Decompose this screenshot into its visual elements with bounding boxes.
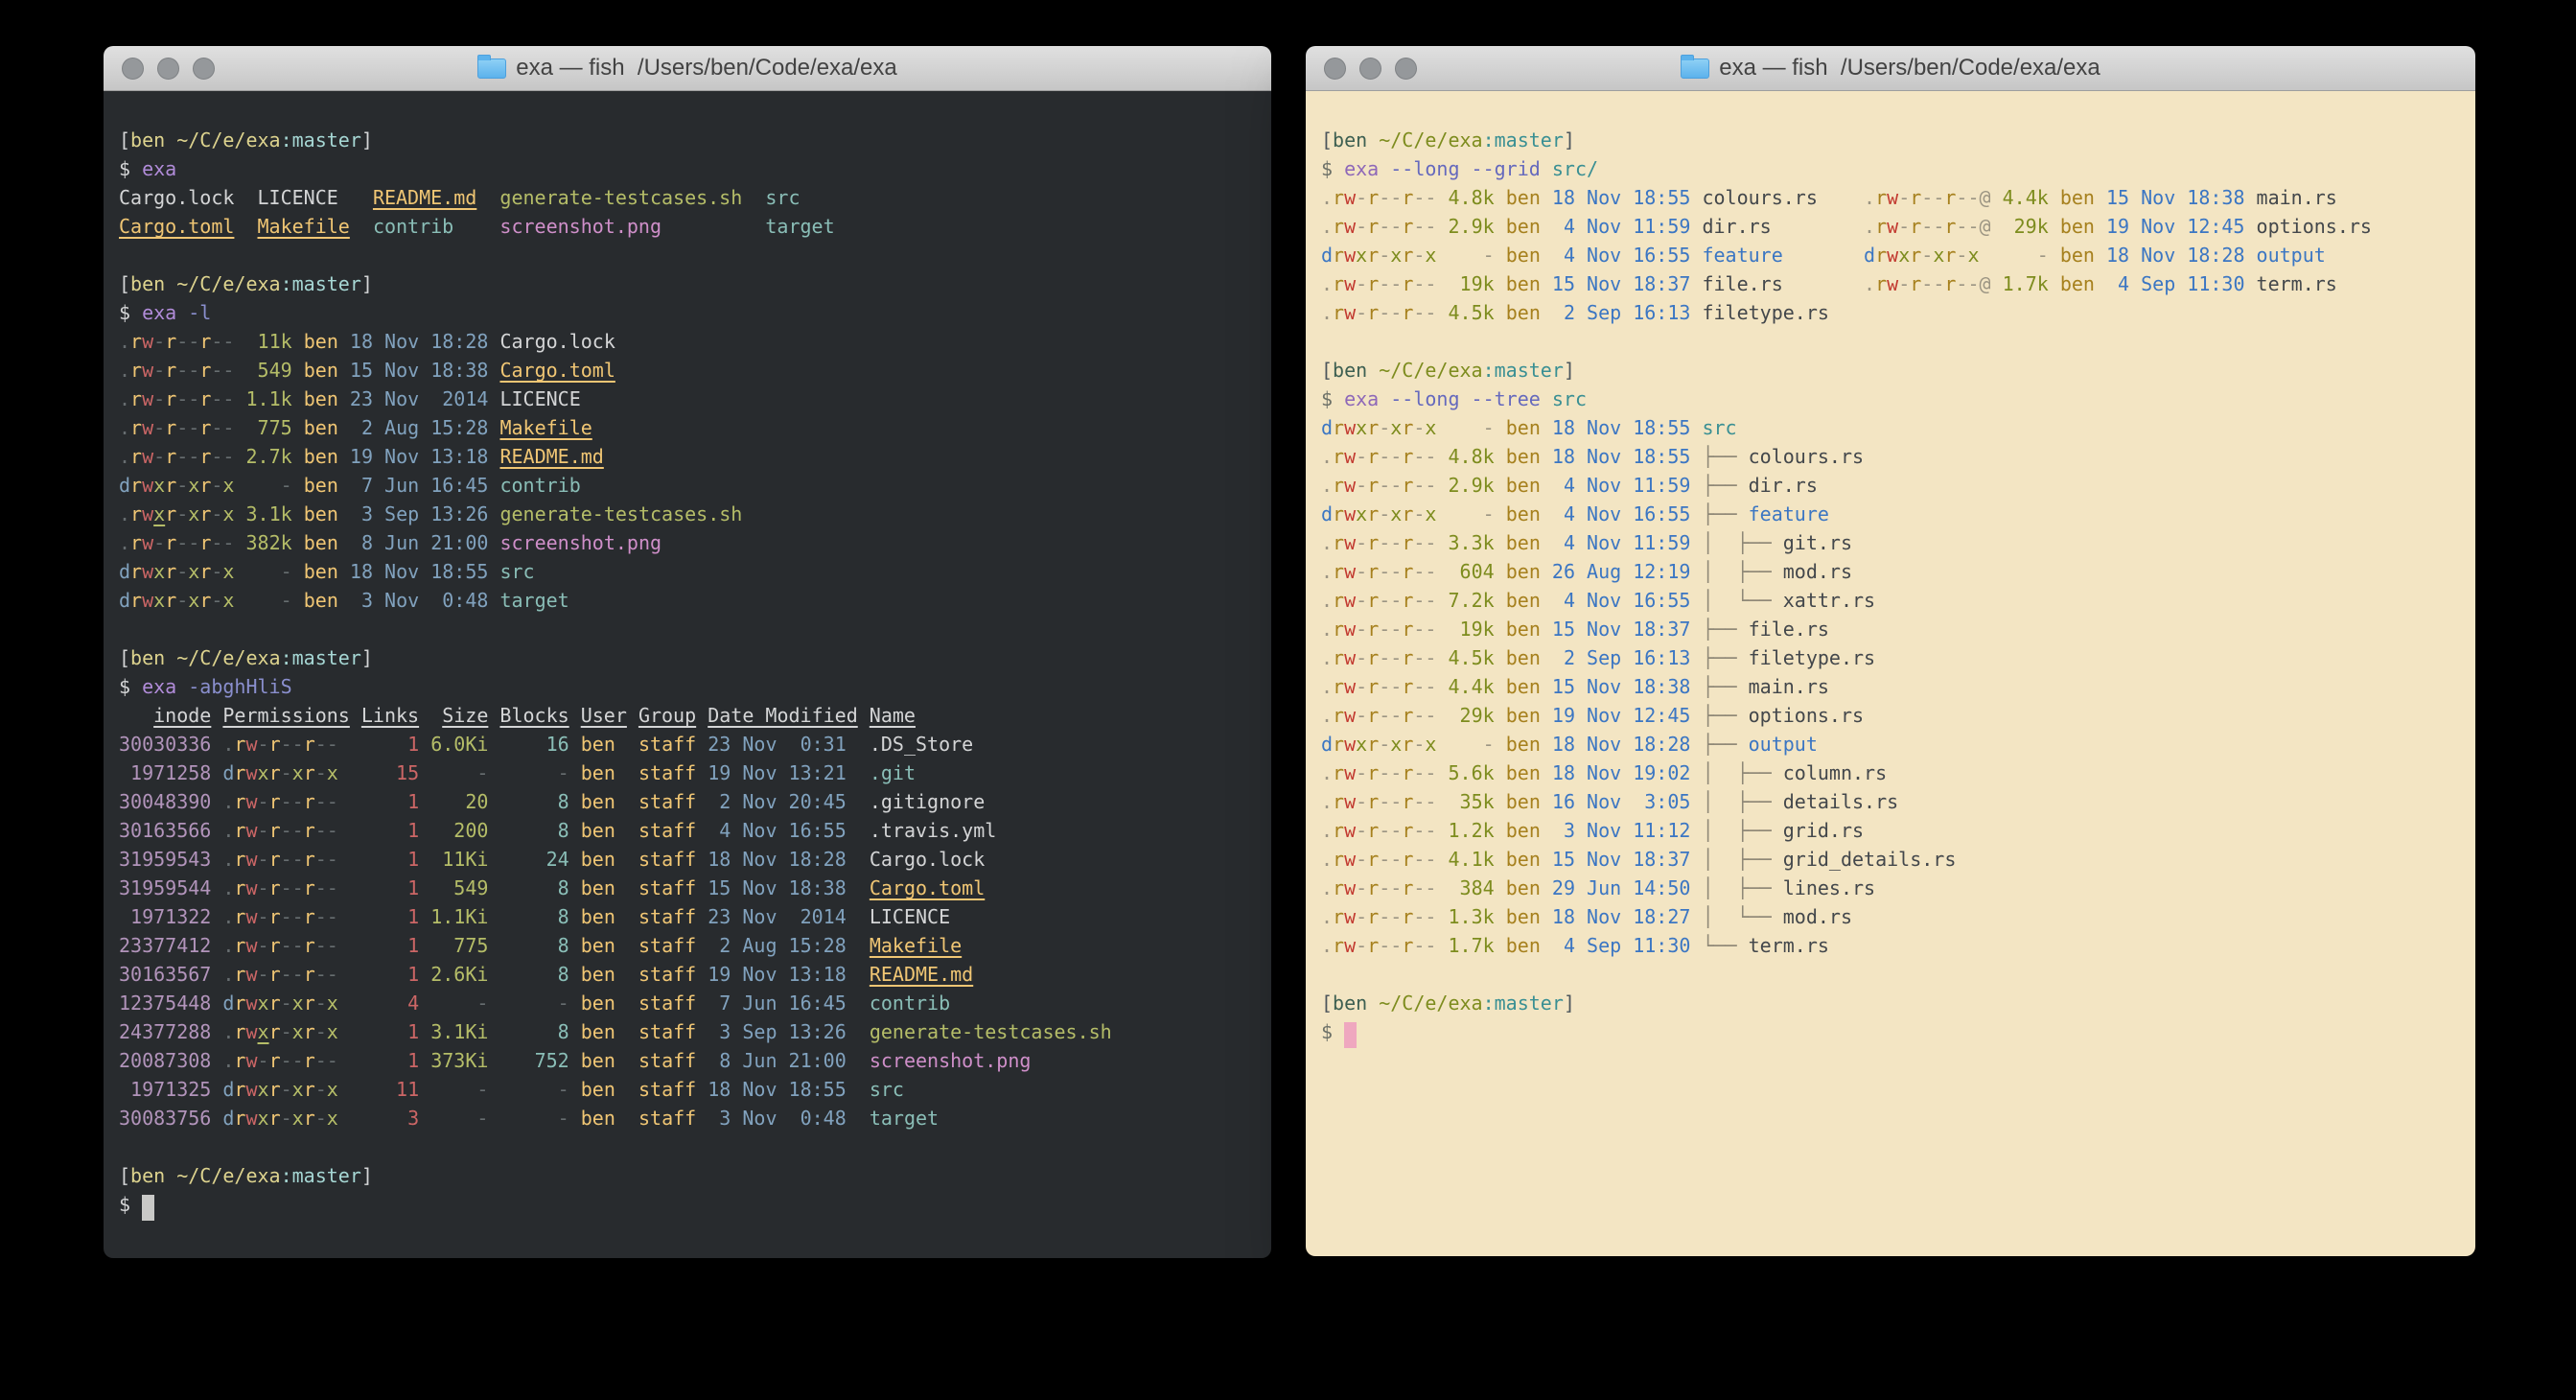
terminal-line: .rw-r--r-- 35k ben 16 Nov 3:05 │ ├── det… <box>1321 787 2462 816</box>
titlebar-content: exa — fish /Users/ben/Code/exa/exa <box>1306 55 2475 82</box>
terminal-line: $ exa --long --tree src <box>1321 385 2462 413</box>
terminal-line: [ben ~/C/e/exa:master] <box>1321 989 2462 1017</box>
terminal-line: $ exa <box>119 154 1258 183</box>
terminal-line: drwxr-xr-x - ben 4 Nov 16:55 ├── feature <box>1321 500 2462 528</box>
terminal-line: drwxr-xr-x - ben 7 Jun 16:45 contrib <box>119 471 1258 500</box>
terminal-line: .rw-r--r-- 2.9k ben 4 Nov 11:59 ├── dir.… <box>1321 471 2462 500</box>
terminal-line: .rw-r--r-- 4.5k ben 2 Sep 16:13 ├── file… <box>1321 643 2462 672</box>
window-controls <box>122 46 215 90</box>
minimize-button[interactable] <box>157 58 179 80</box>
terminal-line: [ben ~/C/e/exa:master] <box>119 126 1258 154</box>
zoom-button[interactable] <box>1395 58 1417 80</box>
terminal-line: .rwxr-xr-x 3.1k ben 3 Sep 13:26 generate… <box>119 500 1258 528</box>
terminal-line: [ben ~/C/e/exa:master] <box>119 269 1258 298</box>
terminal-line: $ exa -l <box>119 298 1258 327</box>
terminal-line: [ben ~/C/e/exa:master] <box>119 1161 1258 1190</box>
terminal-line: Cargo.lock LICENCE README.md generate-te… <box>119 183 1258 212</box>
terminal-line: 12375448 drwxr-xr-x 4 - - ben staff 7 Ju… <box>119 989 1258 1017</box>
terminal-line: .rw-r--r-- 2.9k ben 4 Nov 11:59 dir.rs .… <box>1321 212 2462 241</box>
terminal-line: [ben ~/C/e/exa:master] <box>119 643 1258 672</box>
terminal-line: [ben ~/C/e/exa:master] <box>1321 356 2462 385</box>
terminal-line: 30163567 .rw-r--r-- 1 2.6Ki 8 ben staff … <box>119 960 1258 989</box>
terminal-line: .rw-r--r-- 29k ben 19 Nov 12:45 ├── opti… <box>1321 701 2462 730</box>
window-titlebar[interactable]: exa — fish /Users/ben/Code/exa/exa <box>1306 46 2475 91</box>
terminal-line: 24377288 .rwxr-xr-x 1 3.1Ki 8 ben staff … <box>119 1017 1258 1046</box>
window-title: exa — fish /Users/ben/Code/exa/exa <box>516 55 897 82</box>
close-button[interactable] <box>122 58 144 80</box>
terminal-line: .rw-r--r-- 2.7k ben 19 Nov 13:18 README.… <box>119 442 1258 471</box>
terminal-line: .rw-r--r-- 549 ben 15 Nov 18:38 Cargo.to… <box>119 356 1258 385</box>
terminal-content[interactable]: [ben ~/C/e/exa:master]$ exa --long --gri… <box>1306 91 2475 1256</box>
terminal-content[interactable]: [ben ~/C/e/exa:master]$ exaCargo.lock LI… <box>104 91 1271 1258</box>
terminal-line: inode Permissions Links Size Blocks User… <box>119 701 1258 730</box>
terminal-line: .rw-r--r-- 4.1k ben 15 Nov 18:37 │ ├── g… <box>1321 845 2462 874</box>
window-controls <box>1324 46 1417 90</box>
terminal-line: .rw-r--r-- 4.4k ben 15 Nov 18:38 ├── mai… <box>1321 672 2462 701</box>
terminal-line: 23377412 .rw-r--r-- 1 775 8 ben staff 2 … <box>119 931 1258 960</box>
terminal-line: .rw-r--r-- 11k ben 18 Nov 18:28 Cargo.lo… <box>119 327 1258 356</box>
terminal-line <box>1321 960 2462 989</box>
terminal-line: .rw-r--r-- 1.7k ben 4 Sep 11:30 └── term… <box>1321 931 2462 960</box>
terminal-line <box>119 1132 1258 1161</box>
minimize-button[interactable] <box>1359 58 1381 80</box>
terminal-line: .rw-r--r-- 5.6k ben 18 Nov 19:02 │ ├── c… <box>1321 758 2462 787</box>
terminal-line <box>119 241 1258 269</box>
close-button[interactable] <box>1324 58 1346 80</box>
terminal-line: 30163566 .rw-r--r-- 1 200 8 ben staff 4 … <box>119 816 1258 845</box>
terminal-line: .rw-r--r-- 1.1k ben 23 Nov 2014 LICENCE <box>119 385 1258 413</box>
terminal-line: .rw-r--r-- 4.8k ben 18 Nov 18:55 ├── col… <box>1321 442 2462 471</box>
terminal-cursor <box>142 1195 154 1221</box>
terminal-line: .rw-r--r-- 1.2k ben 3 Nov 11:12 │ ├── gr… <box>1321 816 2462 845</box>
terminal-line: $ <box>1321 1017 2462 1048</box>
terminal-line: drwxr-xr-x - ben 18 Nov 18:28 ├── output <box>1321 730 2462 758</box>
terminal-cursor <box>1344 1022 1357 1048</box>
terminal-line: drwxr-xr-x - ben 18 Nov 18:55 src <box>119 557 1258 586</box>
terminal-line: drwxr-xr-x - ben 4 Nov 16:55 feature drw… <box>1321 241 2462 269</box>
terminal-line: .rw-r--r-- 4.5k ben 2 Sep 16:13 filetype… <box>1321 298 2462 327</box>
terminal-line: 30048390 .rw-r--r-- 1 20 8 ben staff 2 N… <box>119 787 1258 816</box>
terminal-line: drwxr-xr-x - ben 18 Nov 18:55 src <box>1321 413 2462 442</box>
terminal-window-right: exa — fish /Users/ben/Code/exa/exa [ben … <box>1306 46 2475 1256</box>
terminal-line: .rw-r--r-- 7.2k ben 4 Nov 16:55 │ └── xa… <box>1321 586 2462 615</box>
terminal-line: 31959543 .rw-r--r-- 1 11Ki 24 ben staff … <box>119 845 1258 874</box>
terminal-window-left: exa — fish /Users/ben/Code/exa/exa [ben … <box>104 46 1271 1258</box>
terminal-line: .rw-r--r-- 19k ben 15 Nov 18:37 file.rs … <box>1321 269 2462 298</box>
terminal-line: drwxr-xr-x - ben 3 Nov 0:48 target <box>119 586 1258 615</box>
terminal-line: .rw-r--r-- 19k ben 15 Nov 18:37 ├── file… <box>1321 615 2462 643</box>
terminal-line: 31959544 .rw-r--r-- 1 549 8 ben staff 15… <box>119 874 1258 902</box>
terminal-line: .rw-r--r-- 384 ben 29 Jun 14:50 │ ├── li… <box>1321 874 2462 902</box>
folder-icon <box>477 58 506 79</box>
window-title: exa — fish /Users/ben/Code/exa/exa <box>1719 55 2100 82</box>
terminal-line: .rw-r--r-- 1.3k ben 18 Nov 18:27 │ └── m… <box>1321 902 2462 931</box>
terminal-line: [ben ~/C/e/exa:master] <box>1321 126 2462 154</box>
terminal-line: .rw-r--r-- 3.3k ben 4 Nov 11:59 │ ├── gi… <box>1321 528 2462 557</box>
terminal-line: .rw-r--r-- 604 ben 26 Aug 12:19 │ ├── mo… <box>1321 557 2462 586</box>
terminal-line: 30030336 .rw-r--r-- 1 6.0Ki 16 ben staff… <box>119 730 1258 758</box>
terminal-line <box>119 615 1258 643</box>
titlebar-content: exa — fish /Users/ben/Code/exa/exa <box>104 55 1271 82</box>
window-titlebar[interactable]: exa — fish /Users/ben/Code/exa/exa <box>104 46 1271 91</box>
terminal-line: $ exa --long --grid src/ <box>1321 154 2462 183</box>
terminal-line: .rw-r--r-- 4.8k ben 18 Nov 18:55 colours… <box>1321 183 2462 212</box>
terminal-line: 20087308 .rw-r--r-- 1 373Ki 752 ben staf… <box>119 1046 1258 1075</box>
terminal-line: .rw-r--r-- 382k ben 8 Jun 21:00 screensh… <box>119 528 1258 557</box>
terminal-line: $ exa -abghHliS <box>119 672 1258 701</box>
zoom-button[interactable] <box>193 58 215 80</box>
terminal-line: 1971325 drwxr-xr-x 11 - - ben staff 18 N… <box>119 1075 1258 1104</box>
terminal-line: 1971322 .rw-r--r-- 1 1.1Ki 8 ben staff 2… <box>119 902 1258 931</box>
terminal-line: Cargo.toml Makefile contrib screenshot.p… <box>119 212 1258 241</box>
terminal-line <box>1321 327 2462 356</box>
terminal-line: 1971258 drwxr-xr-x 15 - - ben staff 19 N… <box>119 758 1258 787</box>
terminal-line: 30083756 drwxr-xr-x 3 - - ben staff 3 No… <box>119 1104 1258 1132</box>
terminal-line: $ <box>119 1190 1258 1221</box>
terminal-line: .rw-r--r-- 775 ben 2 Aug 15:28 Makefile <box>119 413 1258 442</box>
desktop: { "windows": [ { "id": "left", "title": … <box>0 0 2576 1400</box>
folder-icon <box>1681 58 1709 79</box>
